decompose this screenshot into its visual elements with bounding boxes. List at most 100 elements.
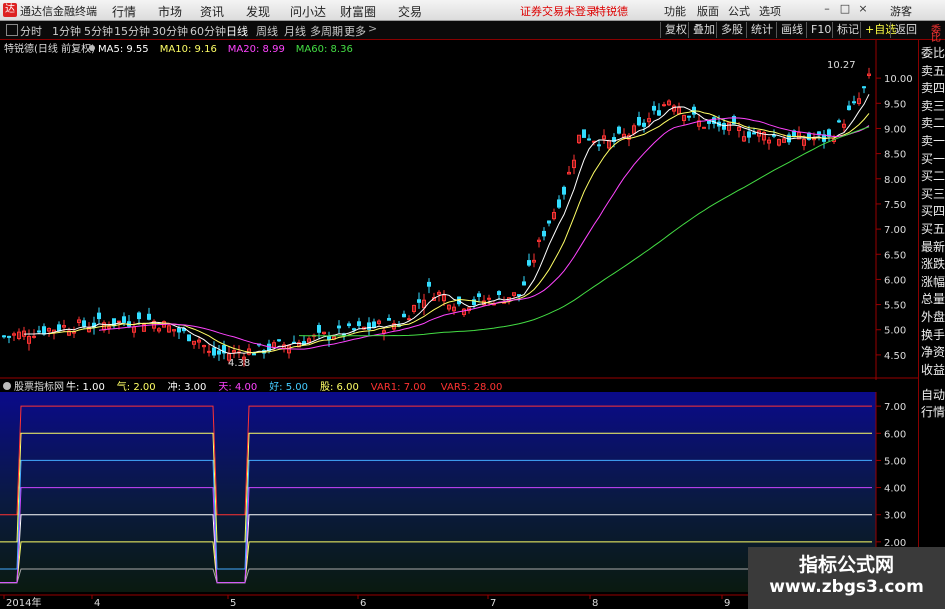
ma-line (98, 117, 870, 350)
high-price-label: 10.27 (827, 60, 856, 71)
quote-label: 卖二 (921, 116, 945, 131)
candle-body (252, 353, 256, 356)
price-y-tick: 7.50 (884, 200, 906, 211)
guest-label[interactable]: 游客 (890, 3, 912, 19)
quote-label: 买一 (921, 151, 945, 166)
top-menu-item[interactable]: 公式 (728, 3, 750, 19)
close-icon[interactable]: × (856, 2, 870, 16)
restore-icon[interactable]: □ (838, 2, 852, 16)
stock-short-name: 特锐德 (595, 5, 628, 18)
menu-item[interactable]: 交易 (398, 3, 422, 20)
candle-body (837, 120, 841, 123)
period-tab[interactable]: 分时 (20, 23, 42, 39)
price-y-tick: 6.00 (884, 275, 906, 286)
candle-body (542, 230, 546, 237)
toolbar-button[interactable]: 画线 (776, 22, 807, 38)
candle-body (357, 321, 361, 326)
auto-quote-tab[interactable]: 行情 (921, 403, 945, 420)
top-menu-item[interactable]: 版面 (697, 3, 719, 19)
price-y-tick: 10.00 (884, 74, 913, 85)
toolbar-button[interactable]: 标记 (832, 22, 863, 38)
period-tab[interactable]: 更多 (344, 23, 366, 39)
watermark-title: 指标公式网 (798, 554, 894, 576)
candle-body (177, 327, 181, 333)
x-tick: 5 (230, 598, 236, 609)
chart-menu-icon[interactable] (6, 24, 18, 36)
ma-legend: MA5: 9.55 (98, 44, 149, 55)
candle-body (372, 321, 376, 328)
candle-body (207, 350, 211, 353)
quote-label: 委比 (921, 46, 945, 60)
toolbar-button[interactable]: 返回 (890, 22, 921, 38)
indicator-y-tick: 5.00 (884, 456, 906, 467)
candle-body (707, 120, 711, 124)
period-tab[interactable]: 1分钟 (52, 23, 81, 39)
quote-label: 买三 (921, 186, 945, 201)
quote-label: 买二 (921, 169, 945, 184)
candle-body (337, 325, 341, 329)
candle-body (547, 220, 551, 224)
period-tab[interactable]: 周线 (256, 23, 278, 39)
app-title: 通达信金融终端 (20, 5, 97, 18)
menu-item[interactable]: 问小达 (290, 3, 326, 20)
candle-body (212, 347, 216, 356)
quote-label: 涨跌 (921, 257, 945, 272)
candle-body (387, 317, 391, 321)
x-tick: 9 (724, 598, 730, 609)
login-warning[interactable]: 证券交易未登录 (520, 3, 597, 19)
indicator-header: 股票指标网 牛: 1.00 气: 2.00 冲: 3.00 天: 4.00 好: 5.0… (3, 380, 502, 393)
candle-body (122, 316, 126, 323)
period-tab[interactable]: 30分钟 (152, 23, 188, 39)
auto-quote-tab[interactable]: 自动 (921, 386, 945, 403)
top-menu-item[interactable]: 功能 (664, 3, 686, 19)
candle-body (617, 126, 621, 134)
quote-label: 收益 (921, 362, 945, 377)
candle-body (522, 281, 526, 286)
period-tab[interactable]: 5分钟 (84, 23, 113, 39)
low-price-label: 4.38 (228, 358, 250, 369)
menu-item[interactable]: 财富圈 (340, 3, 376, 20)
candle-body (687, 115, 691, 118)
price-chart[interactable]: 特锐德(日线 前复权) MA5: 9.55 MA10: 9.16 MA20: 8.9… (0, 40, 918, 380)
toolbar-button[interactable]: 叠加 (688, 22, 719, 38)
chevron-right-icon[interactable]: > (368, 22, 377, 35)
candle-body (7, 335, 11, 338)
candle-body (427, 281, 431, 287)
candle-body (652, 105, 656, 111)
toolbar-button[interactable]: 统计 (746, 22, 777, 38)
menu-item[interactable]: 发现 (246, 3, 270, 20)
settings-icon[interactable] (3, 382, 11, 390)
quote-label: 换手 (921, 327, 945, 342)
top-menu-item[interactable]: 选项 (759, 3, 781, 19)
quote-label: 最新 (921, 239, 945, 254)
indicator-y-tick: 4.00 (884, 484, 906, 495)
period-tab[interactable]: 15分钟 (114, 23, 150, 39)
quote-label: 卖三 (921, 98, 945, 113)
period-tab[interactable]: 月线 (284, 23, 306, 39)
app-logo-icon: 达 (3, 3, 17, 17)
period-tab[interactable]: 多周期 (310, 23, 343, 39)
candle-body (702, 126, 706, 129)
settings-icon[interactable] (89, 45, 95, 51)
minimize-icon[interactable]: – (820, 2, 834, 16)
candle-body (582, 129, 586, 138)
candle-body (137, 312, 141, 320)
candle-body (277, 339, 281, 342)
price-y-tick: 4.50 (884, 351, 906, 362)
period-tab[interactable]: 日线 (226, 23, 248, 39)
period-tab[interactable]: 60分钟 (190, 23, 226, 39)
price-y-tick: 5.50 (884, 301, 906, 312)
indicator-y-tick: 6.00 (884, 429, 906, 440)
price-y-tick: 6.50 (884, 250, 906, 261)
menu-item[interactable]: 行情 (112, 3, 136, 20)
candle-body (497, 291, 501, 296)
x-tick: 4 (94, 598, 100, 609)
toolbar-button[interactable]: 多股 (716, 22, 747, 38)
menu-item[interactable]: 资讯 (200, 3, 224, 20)
ma-line (298, 126, 870, 337)
menu-item[interactable]: 市场 (158, 3, 182, 20)
toolbar-button[interactable]: F10 (806, 22, 835, 38)
candle-body (117, 320, 121, 323)
toolbar-button[interactable]: 复权 (660, 22, 691, 38)
price-y-tick: 9.00 (884, 124, 906, 135)
